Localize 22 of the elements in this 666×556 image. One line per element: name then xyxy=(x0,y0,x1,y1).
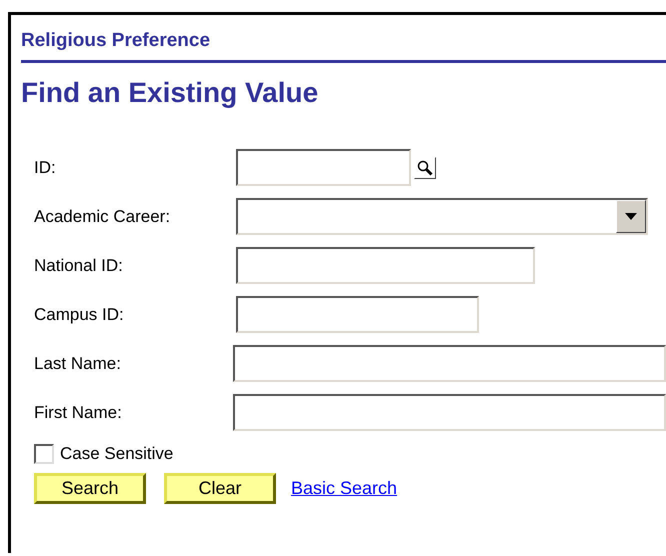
input-field[interactable] xyxy=(236,247,535,284)
search-button[interactable]: Search xyxy=(34,473,146,504)
dropdown-field[interactable] xyxy=(236,198,648,235)
field-label: First Name: xyxy=(34,402,123,422)
basic-search-link[interactable]: Basic Search xyxy=(291,478,398,499)
checkbox-label: Case Sensitive xyxy=(60,444,174,464)
field-label: ID: xyxy=(34,158,57,178)
dropdown-arrow-icon xyxy=(625,213,637,220)
field-label: Last Name: xyxy=(34,354,122,374)
clear-button[interactable]: Clear xyxy=(164,473,276,504)
lookup-button[interactable] xyxy=(414,156,436,178)
field-label: Academic Career: xyxy=(34,206,172,226)
field-label: Campus ID: xyxy=(34,304,125,324)
input-field[interactable] xyxy=(236,149,411,186)
page-heading: Find an Existing Value xyxy=(21,77,320,109)
input-field[interactable] xyxy=(232,394,666,431)
field-label: National ID: xyxy=(34,256,124,276)
input-field[interactable] xyxy=(232,345,666,382)
page-title: Religious Preference xyxy=(21,29,212,53)
input-field[interactable] xyxy=(236,296,479,333)
checkbox[interactable] xyxy=(34,444,54,464)
search-icon xyxy=(417,160,433,176)
